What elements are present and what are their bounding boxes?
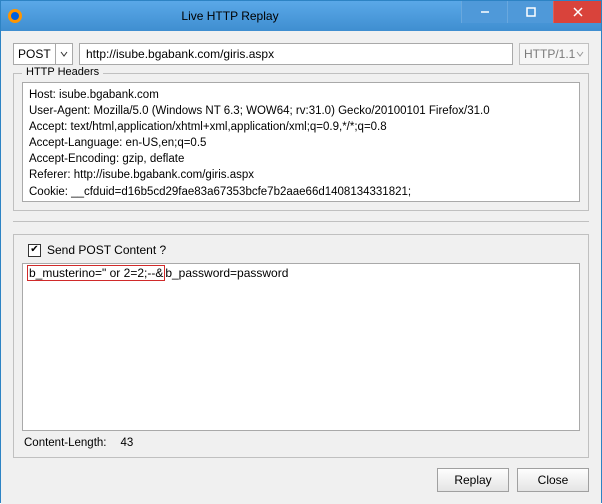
maximize-button[interactable] [507, 1, 553, 23]
http-version-select[interactable]: HTTP/1.1 [519, 43, 589, 65]
separator [13, 221, 589, 222]
chevron-down-icon [576, 47, 584, 61]
dialog-buttons: Replay Close [13, 458, 589, 492]
http-method-value: POST [18, 47, 51, 61]
window-close-button[interactable] [553, 1, 601, 23]
close-button[interactable]: Close [517, 468, 589, 492]
content-length-label: Content-Length: [24, 437, 106, 449]
post-group: ✔ Send POST Content ? b_musterino=" or 2… [13, 234, 589, 458]
replay-button-label: Replay [454, 473, 491, 487]
http-version-value: HTTP/1.1 [524, 47, 575, 61]
replay-button[interactable]: Replay [437, 468, 509, 492]
title-bar: Live HTTP Replay [1, 1, 601, 31]
send-post-row: ✔ Send POST Content ? [22, 243, 580, 263]
minimize-button[interactable] [461, 1, 507, 23]
window-title: Live HTTP Replay [29, 9, 461, 23]
window-controls [461, 1, 601, 31]
post-body-textarea[interactable]: b_musterino=" or 2=2;--&b_password=passw… [22, 263, 580, 431]
content-length-row: Content-Length: 43 [22, 431, 580, 449]
close-button-label: Close [538, 473, 569, 487]
headers-textarea[interactable]: Host: isube.bgabank.com User-Agent: Mozi… [22, 82, 580, 202]
headers-label: HTTP Headers [22, 66, 103, 78]
content-length-value: 43 [120, 437, 133, 449]
chevron-down-icon [55, 44, 68, 64]
firefox-icon [7, 8, 23, 24]
post-body-rest: b_password=password [165, 266, 288, 280]
url-input[interactable]: http://isube.bgabank.com/giris.aspx [79, 43, 513, 65]
url-value: http://isube.bgabank.com/giris.aspx [86, 47, 274, 61]
send-post-checkbox[interactable]: ✔ [28, 244, 41, 257]
request-row: POST http://isube.bgabank.com/giris.aspx… [13, 43, 589, 65]
send-post-label: Send POST Content ? [47, 243, 166, 257]
headers-group: HTTP Headers Host: isube.bgabank.com Use… [13, 73, 589, 211]
post-body-highlight: b_musterino=" or 2=2;--& [27, 265, 165, 281]
window-content: POST http://isube.bgabank.com/giris.aspx… [1, 31, 601, 504]
http-method-select[interactable]: POST [13, 43, 73, 65]
